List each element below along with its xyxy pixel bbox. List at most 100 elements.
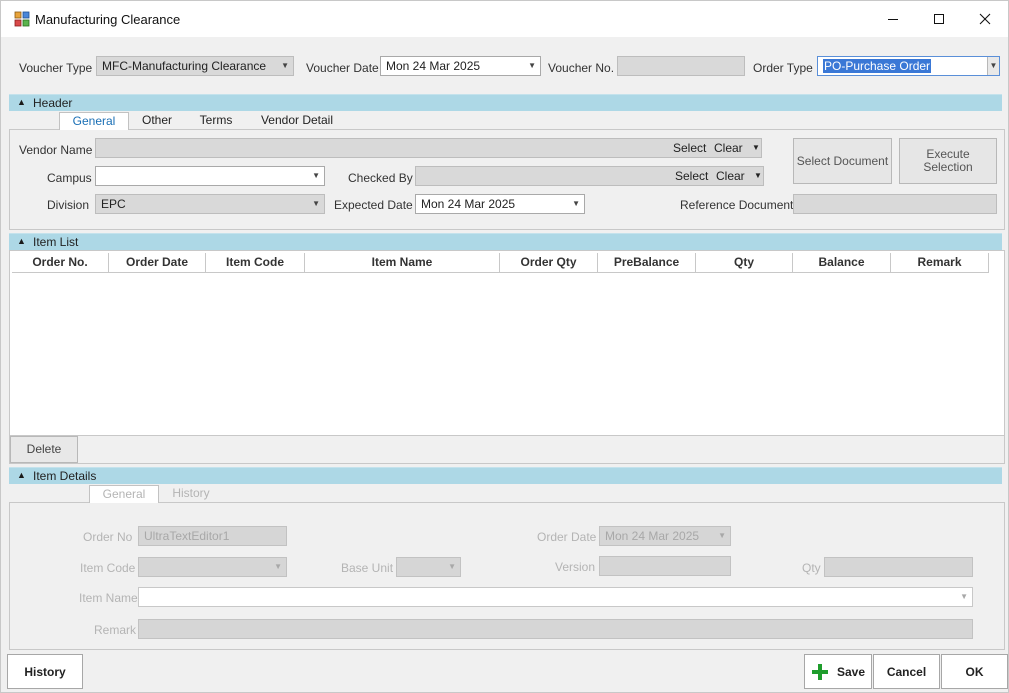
tab-other[interactable]: Other: [132, 112, 182, 130]
order-date-value: Mon 24 Mar 2025: [605, 529, 700, 543]
close-icon: [979, 13, 991, 25]
checked-by-clear-button[interactable]: Clear: [716, 167, 745, 185]
chevron-down-icon: ▼: [274, 562, 282, 571]
column-header-order-qty[interactable]: Order Qty: [500, 253, 598, 273]
vendor-name-label: Vendor Name: [19, 143, 93, 157]
order-no-field[interactable]: UltraTextEditor1: [138, 526, 287, 546]
base-unit-select[interactable]: ▼: [396, 557, 461, 577]
column-header-order-date[interactable]: Order Date: [109, 253, 206, 273]
select-document-button[interactable]: Select Document: [793, 138, 892, 184]
chevron-down-icon[interactable]: ▼: [754, 167, 762, 185]
qty-field[interactable]: [824, 557, 973, 577]
ok-button[interactable]: OK: [941, 654, 1008, 689]
delete-label: Delete: [26, 442, 62, 456]
chevron-down-icon: ▼: [312, 199, 320, 208]
tab-general[interactable]: General: [59, 112, 129, 130]
vendor-select-button[interactable]: Select: [673, 139, 706, 157]
voucher-date-value: Mon 24 Mar 2025: [386, 59, 481, 73]
remark-field[interactable]: [138, 619, 973, 639]
maximize-button[interactable]: [916, 1, 962, 37]
item-name-select[interactable]: ▼: [138, 587, 973, 607]
item-list-footer-panel: [9, 435, 1005, 464]
tab-item-general[interactable]: General: [89, 485, 159, 503]
voucher-type-value: MFC-Manufacturing Clearance: [102, 59, 267, 73]
voucher-no-label: Voucher No.: [548, 61, 615, 75]
header-section-bar[interactable]: ▲ Header: [9, 94, 1002, 111]
vendor-clear-button[interactable]: Clear: [714, 139, 743, 157]
add-plus-icon: [811, 663, 828, 680]
header-section-title: Header: [33, 96, 73, 110]
cancel-label: Cancel: [886, 664, 927, 679]
title-bar[interactable]: Manufacturing Clearance: [1, 1, 1008, 37]
checked-by-label: Checked By: [348, 171, 413, 185]
order-date-label: Order Date: [537, 530, 597, 544]
item-list-grid-header: Order No. Order Date Item Code Item Name…: [12, 253, 989, 273]
collapse-triangle-icon: ▲: [17, 470, 26, 480]
column-header-item-name[interactable]: Item Name: [305, 253, 500, 273]
column-header-balance[interactable]: Balance: [793, 253, 891, 273]
item-list-section-title: Item List: [33, 235, 79, 249]
minimize-icon: [888, 19, 898, 20]
window-title: Manufacturing Clearance: [35, 12, 181, 27]
column-header-prebalance[interactable]: PreBalance: [598, 253, 696, 273]
cancel-button[interactable]: Cancel: [873, 654, 940, 689]
order-no-value: UltraTextEditor1: [144, 529, 230, 543]
order-date-picker[interactable]: Mon 24 Mar 2025 ▼: [599, 526, 731, 546]
select-document-label: Select Document: [796, 153, 889, 168]
campus-label: Campus: [47, 171, 92, 185]
item-list-section-bar[interactable]: ▲ Item List: [9, 233, 1002, 250]
save-button[interactable]: Save: [804, 654, 872, 689]
version-label: Version: [555, 560, 596, 574]
column-header-order-no[interactable]: Order No.: [12, 253, 109, 273]
column-header-remark[interactable]: Remark: [891, 253, 989, 273]
chevron-down-icon: ▼: [281, 61, 289, 70]
reference-document-field[interactable]: [793, 194, 997, 214]
version-field[interactable]: [599, 556, 731, 576]
division-select[interactable]: EPC ▼: [95, 194, 325, 214]
order-type-label: Order Type: [753, 61, 813, 75]
voucher-type-select[interactable]: MFC-Manufacturing Clearance ▼: [96, 56, 294, 76]
tab-vendor-detail[interactable]: Vendor Detail: [256, 112, 338, 130]
chevron-down-icon: ▼: [718, 531, 726, 540]
vendor-name-field[interactable]: [95, 138, 762, 158]
campus-select[interactable]: ▼: [95, 166, 325, 186]
history-label: History: [24, 664, 66, 679]
chevron-down-icon: ▼: [312, 171, 320, 180]
column-header-item-code[interactable]: Item Code: [206, 253, 305, 273]
chevron-down-icon: ▼: [987, 57, 999, 75]
voucher-no-field[interactable]: [617, 56, 745, 76]
voucher-date-picker[interactable]: Mon 24 Mar 2025 ▼: [380, 56, 541, 76]
close-button[interactable]: [962, 1, 1008, 37]
division-label: Division: [47, 198, 90, 212]
ok-label: OK: [965, 664, 984, 679]
item-details-section-bar[interactable]: ▲ Item Details: [9, 467, 1002, 484]
tab-item-history[interactable]: History: [163, 485, 219, 503]
minimize-button[interactable]: [870, 1, 916, 37]
item-list-grid[interactable]: Order No. Order Date Item Code Item Name…: [9, 250, 1005, 436]
manufacturing-clearance-window: Manufacturing Clearance Voucher Type MFC…: [0, 0, 1009, 693]
order-type-value: PO-Purchase Order: [823, 59, 932, 73]
checked-by-select-button[interactable]: Select: [675, 167, 708, 185]
expected-date-picker[interactable]: Mon 24 Mar 2025 ▼: [415, 194, 585, 214]
checked-by-field[interactable]: [415, 166, 764, 186]
qty-label: Qty: [802, 561, 821, 575]
column-header-qty[interactable]: Qty: [696, 253, 793, 273]
order-type-select[interactable]: PO-Purchase Order ▼: [817, 56, 1000, 76]
maximize-icon: [934, 14, 944, 24]
item-code-select[interactable]: ▼: [138, 557, 287, 577]
execute-selection-line2: Selection: [923, 160, 973, 174]
chevron-down-icon[interactable]: ▼: [752, 139, 760, 157]
history-button[interactable]: History: [7, 654, 83, 689]
item-name-label: Item Name: [79, 591, 138, 605]
tab-terms[interactable]: Terms: [191, 112, 241, 130]
delete-button[interactable]: Delete: [10, 436, 78, 463]
remark-label: Remark: [94, 623, 137, 637]
item-details-section-title: Item Details: [33, 469, 97, 483]
base-unit-label: Base Unit: [341, 561, 394, 575]
execute-selection-button[interactable]: Execute Selection: [899, 138, 997, 184]
expected-date-label: Expected Date: [334, 198, 413, 212]
item-code-label: Item Code: [80, 561, 136, 575]
app-icon: [14, 11, 30, 27]
save-label: Save: [836, 664, 866, 679]
voucher-date-label: Voucher Date: [306, 61, 379, 75]
